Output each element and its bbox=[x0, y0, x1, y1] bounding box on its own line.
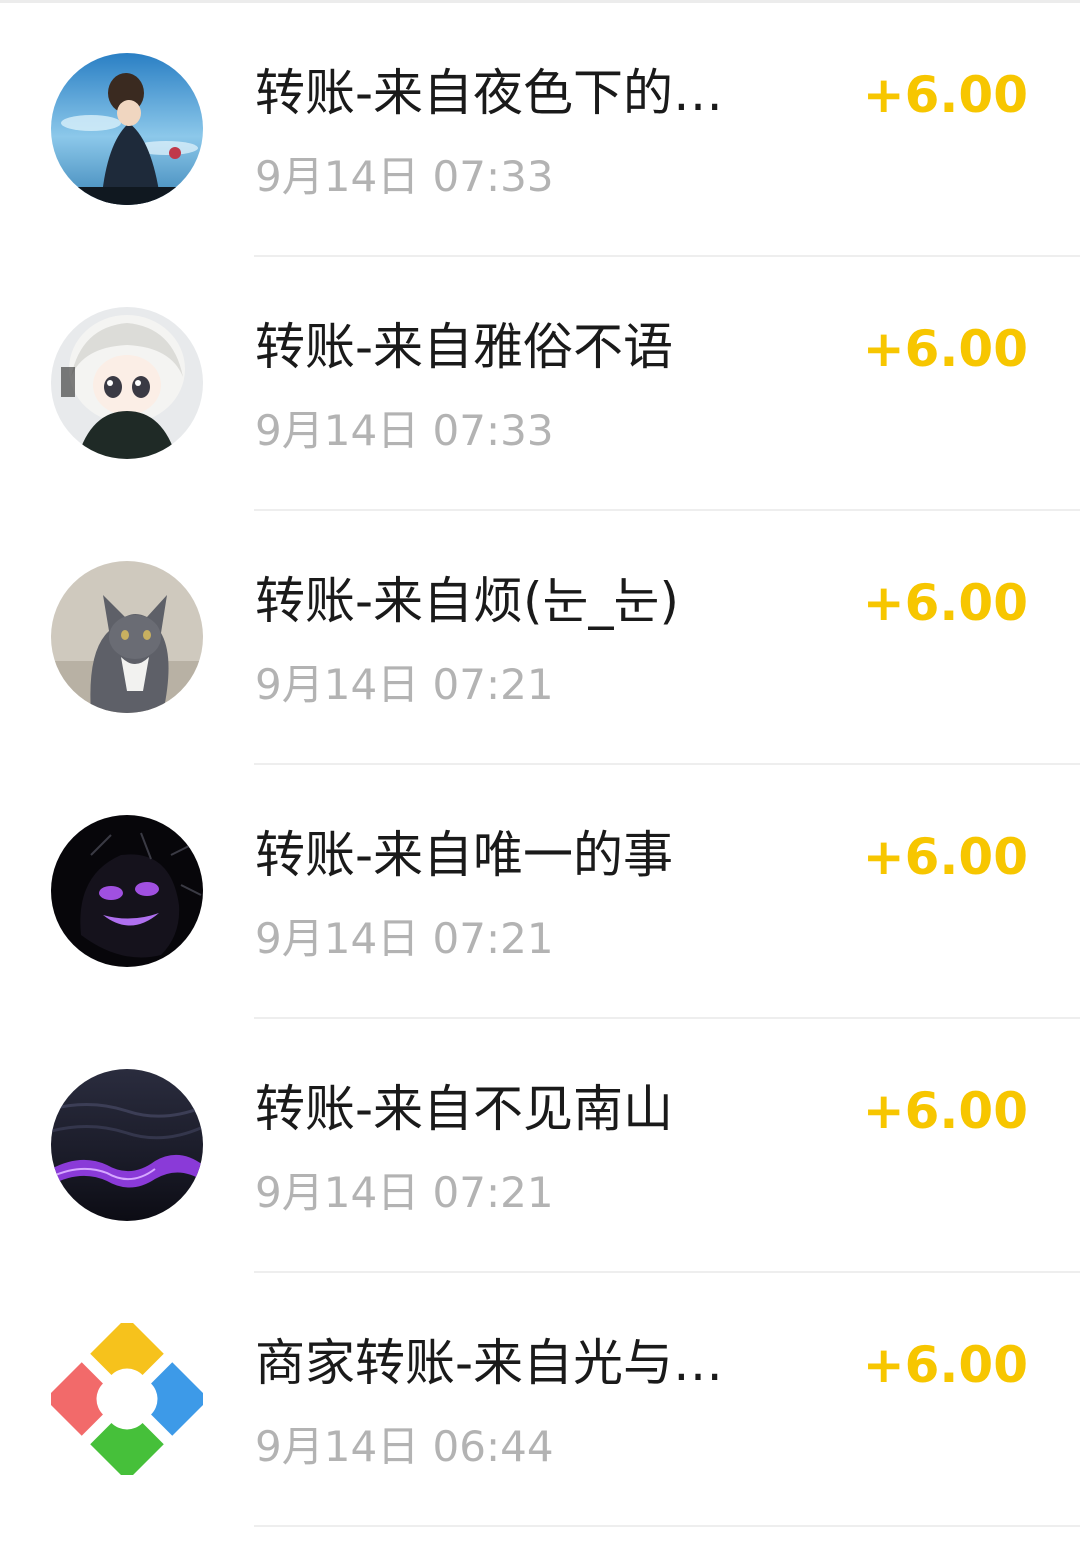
transaction-amount: +6.00 bbox=[862, 1082, 1028, 1140]
transaction-time: 9月14日 07:21 bbox=[255, 660, 554, 709]
anime-figure-sky-avatar bbox=[51, 53, 203, 205]
transaction-row[interactable]: 转账-来自夜色下的… 9月14日 07:33 +6.00 bbox=[0, 3, 1080, 257]
transaction-row[interactable]: 转账-来自烦(눈_눈) 9月14日 07:21 +6.00 bbox=[0, 511, 1080, 765]
transaction-amount: +6.00 bbox=[862, 828, 1028, 886]
transaction-time: 9月14日 07:33 bbox=[255, 152, 554, 201]
transaction-row[interactable]: 转账-来自不见南山 9月14日 07:21 +6.00 bbox=[0, 1019, 1080, 1273]
transaction-time: 9月14日 07:21 bbox=[255, 1168, 554, 1217]
transaction-title: 转账-来自不见南山 bbox=[255, 1080, 674, 1138]
transaction-row[interactable]: 转账-来自雅俗不语 9月14日 07:33 +6.00 bbox=[0, 257, 1080, 511]
merchant-logo-icon bbox=[51, 1323, 203, 1475]
transaction-title: 转账-来自烦(눈_눈) bbox=[255, 572, 680, 630]
transaction-title: 商家转账-来自光与… bbox=[255, 1334, 724, 1392]
dark-sea-purple-avatar bbox=[51, 1069, 203, 1221]
purple-ghost-avatar bbox=[51, 815, 203, 967]
gray-cat-avatar bbox=[51, 561, 203, 713]
transaction-list: 转账-来自夜色下的… 9月14日 07:33 +6.00 转账-来自雅俗不语 9… bbox=[0, 3, 1080, 1527]
transaction-time: 9月14日 06:44 bbox=[255, 1422, 554, 1471]
transaction-title: 转账-来自雅俗不语 bbox=[255, 318, 674, 376]
anime-girl-white-hair-avatar bbox=[51, 307, 203, 459]
transaction-row[interactable]: 转账-来自唯一的事 9月14日 07:21 +6.00 bbox=[0, 765, 1080, 1019]
transaction-row[interactable]: 商家转账-来自光与… 9月14日 06:44 +6.00 bbox=[0, 1273, 1080, 1527]
transaction-amount: +6.00 bbox=[862, 574, 1028, 632]
transaction-time: 9月14日 07:21 bbox=[255, 914, 554, 963]
row-divider bbox=[254, 1525, 1080, 1527]
transaction-amount: +6.00 bbox=[862, 66, 1028, 124]
transaction-title: 转账-来自唯一的事 bbox=[255, 826, 674, 884]
transaction-amount: +6.00 bbox=[862, 320, 1028, 378]
transaction-amount: +6.00 bbox=[862, 1336, 1028, 1394]
transaction-title: 转账-来自夜色下的… bbox=[255, 64, 724, 122]
transaction-time: 9月14日 07:33 bbox=[255, 406, 554, 455]
